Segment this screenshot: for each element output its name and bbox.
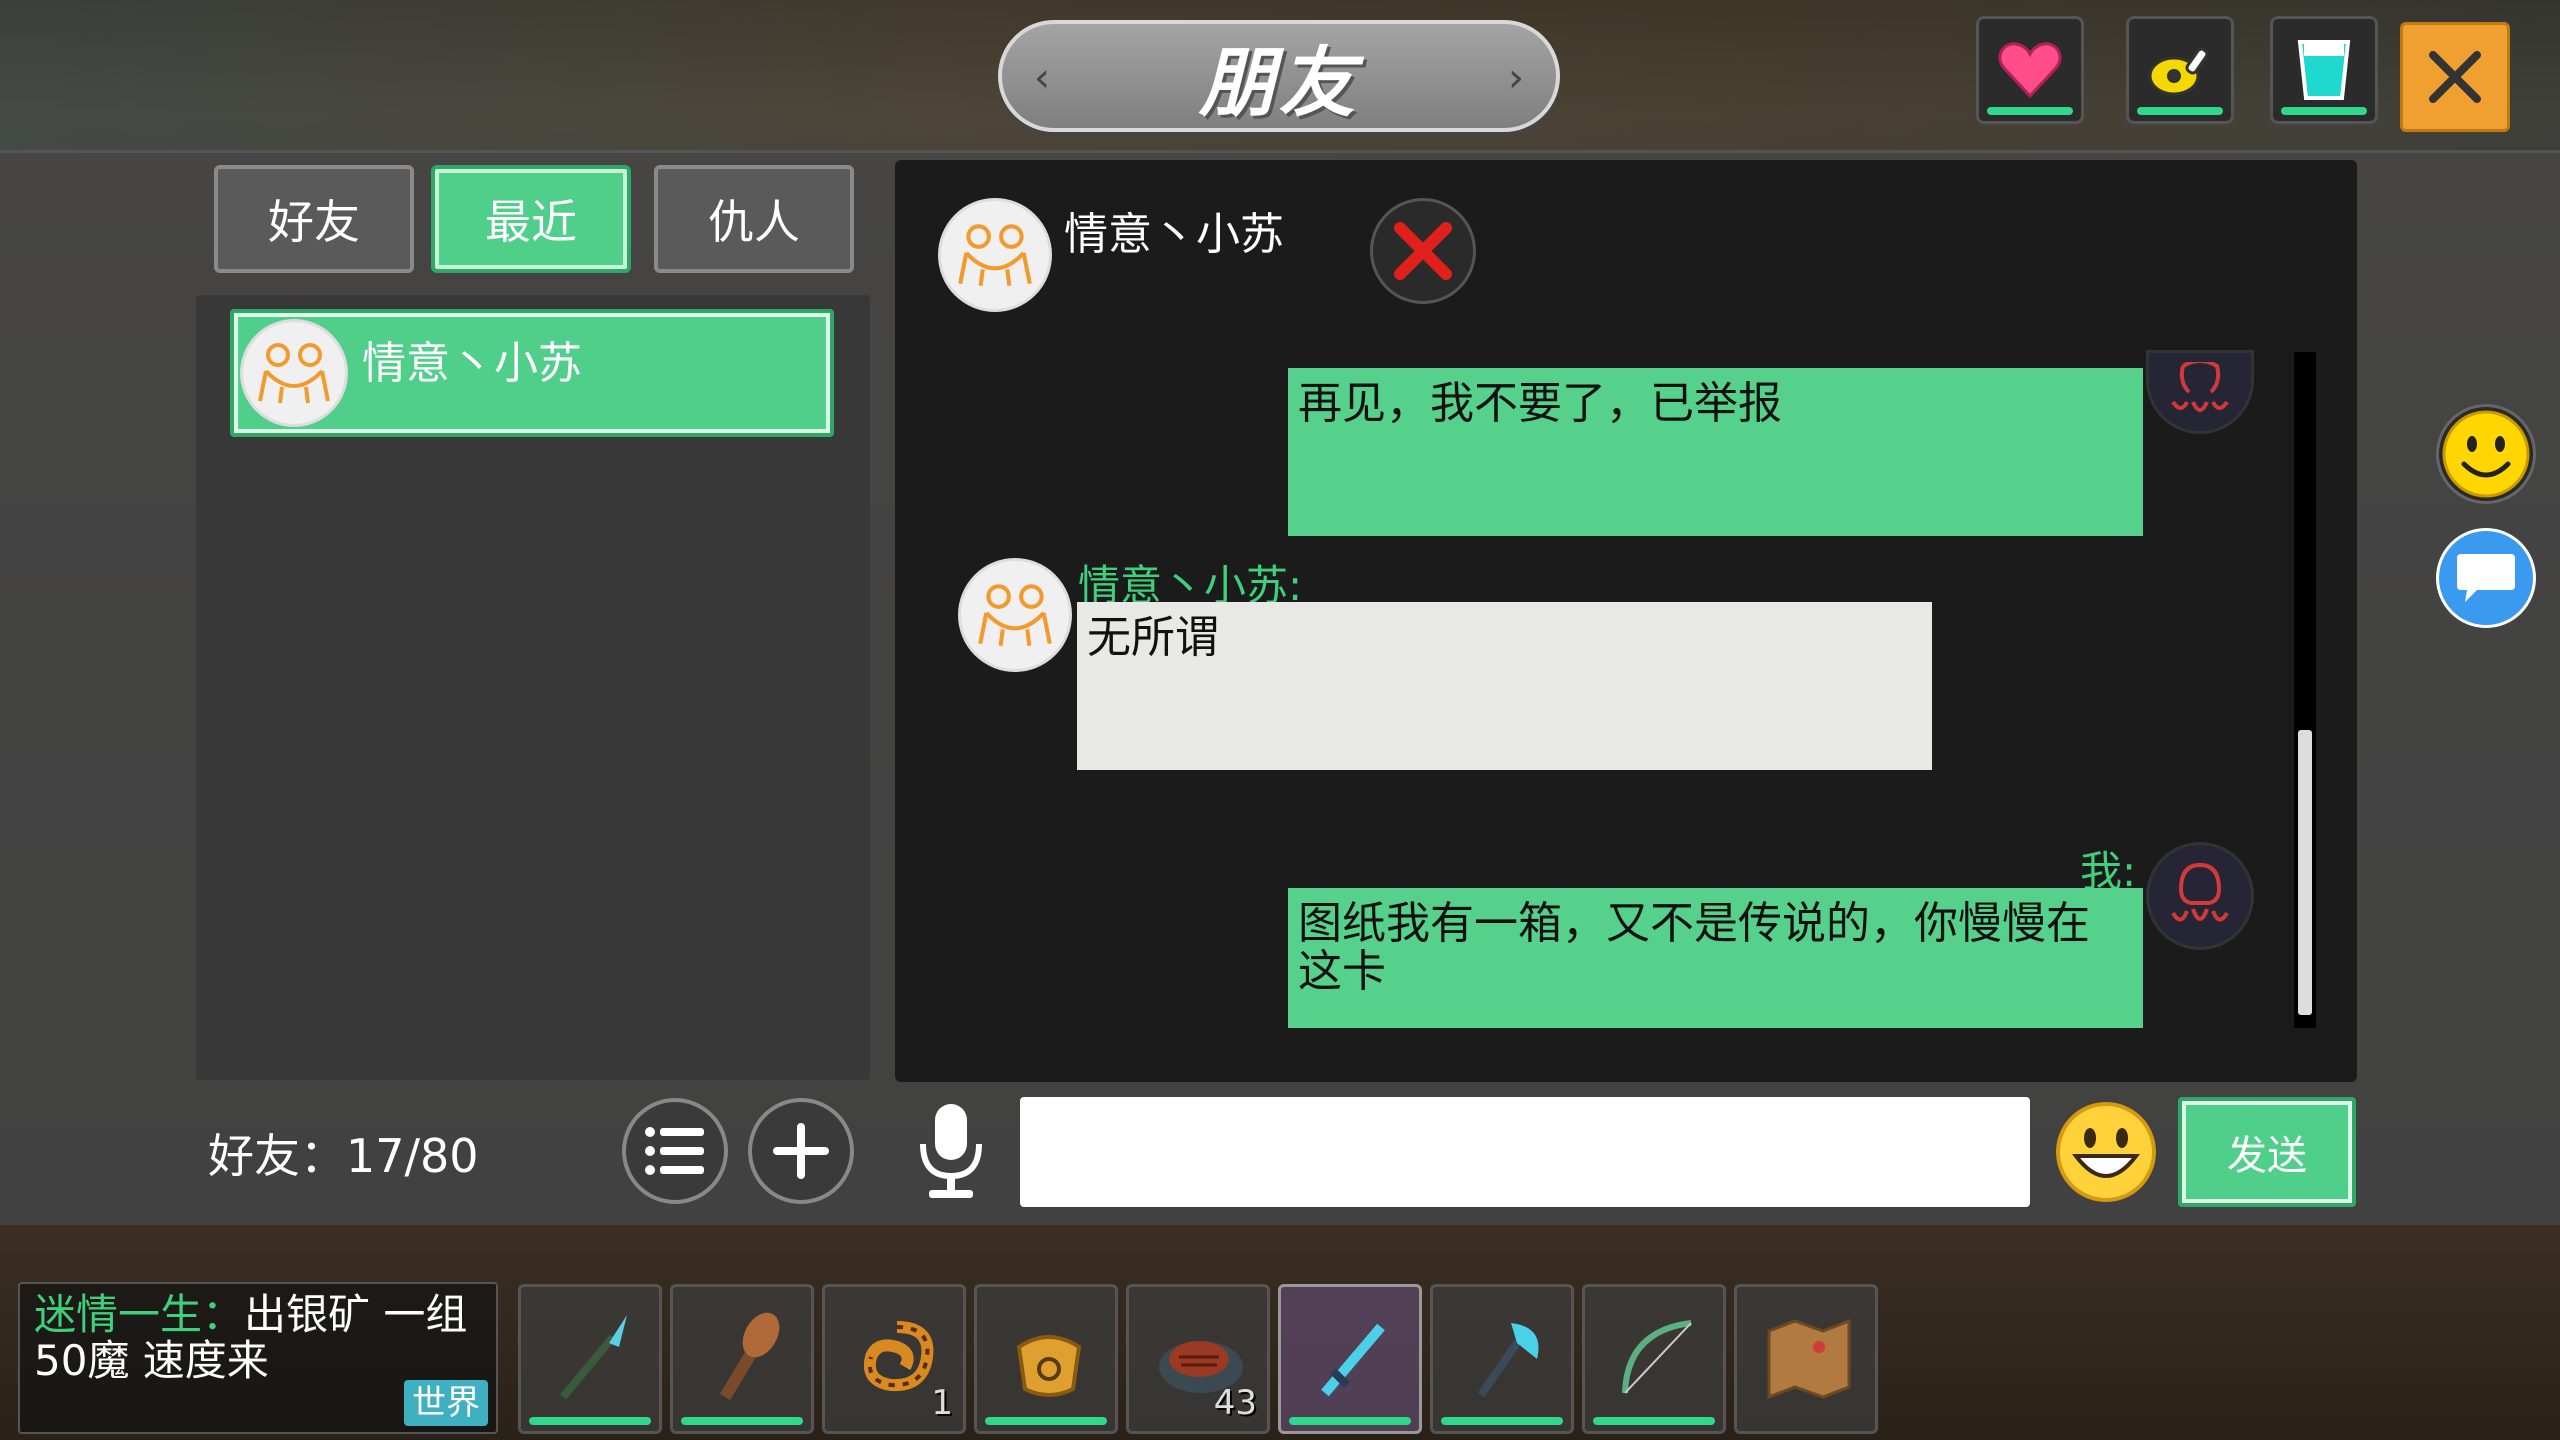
friend-count: 好友：17/80 bbox=[208, 1129, 479, 1183]
hotbar-slot-selected[interactable] bbox=[1278, 1284, 1422, 1434]
health-status bbox=[1976, 16, 2084, 124]
contact-avatar bbox=[938, 198, 1052, 312]
list-item[interactable]: 情意丶小苏 bbox=[230, 309, 834, 437]
close-icon bbox=[2429, 51, 2481, 103]
emoji-button[interactable] bbox=[2054, 1100, 2158, 1204]
add-friend-button[interactable] bbox=[748, 1098, 854, 1204]
item-count: 43 bbox=[1213, 1383, 1257, 1423]
message-bubble-me: 图纸我有一箱，又不是传说的，你慢慢在这卡 bbox=[1288, 888, 2143, 1028]
arrow-left-icon: ‹ bbox=[1034, 55, 1050, 101]
title-banner: ‹ 朋友 › bbox=[998, 20, 1560, 132]
hotbar-slot[interactable] bbox=[1582, 1284, 1726, 1434]
voice-button[interactable] bbox=[915, 1100, 987, 1200]
send-button[interactable]: 发送 bbox=[2178, 1097, 2356, 1207]
plus-icon bbox=[773, 1123, 829, 1179]
heart-icon bbox=[1998, 42, 2062, 99]
microphone-icon bbox=[920, 1104, 982, 1198]
friend-list: 情意丶小苏 bbox=[196, 295, 870, 1080]
sender-avatar bbox=[958, 558, 1072, 672]
smiley-icon bbox=[2442, 410, 2530, 498]
chat-scrollbar-thumb[interactable] bbox=[2298, 730, 2312, 1015]
water-cup-icon bbox=[2297, 40, 2351, 100]
hunger-status bbox=[2126, 16, 2234, 124]
hotbar-slot[interactable] bbox=[1734, 1284, 1878, 1434]
frog-avatar-icon bbox=[958, 224, 1032, 286]
speech-bubble-icon bbox=[2457, 554, 2515, 602]
hotbar-slot[interactable] bbox=[1430, 1284, 1574, 1434]
message-bubble-me: 再见，我不要了，已举报 bbox=[1288, 368, 2143, 536]
tab-recent[interactable]: 最近 bbox=[431, 165, 631, 273]
remove-friend-button[interactable] bbox=[1370, 198, 1476, 304]
world-channel-tag[interactable]: 世界 bbox=[404, 1380, 488, 1426]
list-icon bbox=[645, 1127, 704, 1175]
thirst-status bbox=[2270, 16, 2378, 124]
red-x-icon bbox=[1394, 222, 1452, 280]
hotbar-slot[interactable] bbox=[670, 1284, 814, 1434]
arrow-right-icon: › bbox=[1508, 55, 1524, 101]
message-bubble-other: 无所谓 bbox=[1077, 602, 1932, 770]
frog-avatar-icon bbox=[978, 584, 1052, 646]
hotbar-slot[interactable]: 43 bbox=[1126, 1284, 1270, 1434]
message-input[interactable] bbox=[1020, 1097, 2030, 1207]
item-count: 1 bbox=[931, 1383, 953, 1423]
tab-enemies[interactable]: 仇人 bbox=[654, 165, 854, 273]
frog-avatar-icon bbox=[258, 343, 330, 404]
friend-name: 情意丶小苏 bbox=[362, 338, 582, 389]
meat-icon bbox=[2148, 47, 2209, 96]
tab-friends[interactable]: 好友 bbox=[214, 165, 414, 273]
hotbar-slot[interactable]: 1 bbox=[822, 1284, 966, 1434]
hotbar-slot[interactable] bbox=[974, 1284, 1118, 1434]
page-title: 朋友 bbox=[1199, 38, 1359, 127]
pouch-icon bbox=[1016, 1335, 1082, 1397]
crystal-axe-icon bbox=[1477, 1323, 1539, 1398]
club-icon bbox=[719, 1312, 780, 1401]
emote-button[interactable] bbox=[2436, 404, 2536, 504]
close-button[interactable] bbox=[2400, 22, 2510, 132]
contact-name: 情意丶小苏 bbox=[1064, 209, 1284, 260]
world-chat-box[interactable]: 迷情一生：出银矿 一组50魔 速度来 世界 bbox=[18, 1282, 498, 1434]
hotbar-slot[interactable] bbox=[518, 1284, 662, 1434]
bow-icon bbox=[1622, 1320, 1692, 1394]
chat-bubble-button[interactable] bbox=[2436, 528, 2536, 628]
map-icon bbox=[1767, 1318, 1851, 1400]
spear-icon bbox=[559, 1315, 627, 1400]
octopus-avatar-icon bbox=[2171, 362, 2229, 412]
list-button[interactable] bbox=[622, 1098, 728, 1204]
my-avatar bbox=[2146, 842, 2254, 950]
octopus-avatar-icon bbox=[2171, 862, 2229, 922]
crystal-sword-icon bbox=[1321, 1323, 1385, 1397]
grinning-face-icon bbox=[2056, 1102, 2156, 1202]
avatar bbox=[240, 319, 348, 427]
world-chat-sender: 迷情一生： bbox=[34, 1290, 245, 1339]
